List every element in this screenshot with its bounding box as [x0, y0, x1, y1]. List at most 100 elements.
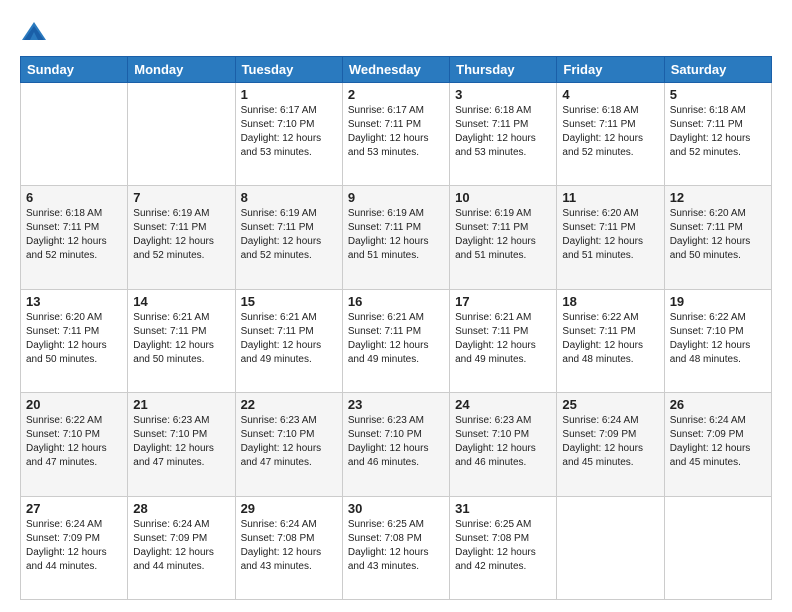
calendar-cell — [664, 496, 771, 599]
day-info: Sunrise: 6:18 AMSunset: 7:11 PMDaylight:… — [26, 208, 107, 261]
day-number: 31 — [455, 501, 551, 516]
calendar-week-row: 1 Sunrise: 6:17 AMSunset: 7:10 PMDayligh… — [21, 83, 772, 186]
day-number: 3 — [455, 87, 551, 102]
day-info: Sunrise: 6:23 AMSunset: 7:10 PMDaylight:… — [241, 415, 322, 468]
day-number: 8 — [241, 190, 337, 205]
calendar-cell: 19 Sunrise: 6:22 AMSunset: 7:10 PMDaylig… — [664, 289, 771, 392]
day-info: Sunrise: 6:25 AMSunset: 7:08 PMDaylight:… — [455, 519, 536, 572]
day-info: Sunrise: 6:20 AMSunset: 7:11 PMDaylight:… — [26, 312, 107, 365]
calendar-cell: 28 Sunrise: 6:24 AMSunset: 7:09 PMDaylig… — [128, 496, 235, 599]
day-info: Sunrise: 6:24 AMSunset: 7:09 PMDaylight:… — [26, 519, 107, 572]
day-info: Sunrise: 6:17 AMSunset: 7:10 PMDaylight:… — [241, 105, 322, 158]
day-number: 19 — [670, 294, 766, 309]
day-info: Sunrise: 6:19 AMSunset: 7:11 PMDaylight:… — [241, 208, 322, 261]
day-info: Sunrise: 6:23 AMSunset: 7:10 PMDaylight:… — [348, 415, 429, 468]
day-info: Sunrise: 6:19 AMSunset: 7:11 PMDaylight:… — [348, 208, 429, 261]
calendar-cell: 18 Sunrise: 6:22 AMSunset: 7:11 PMDaylig… — [557, 289, 664, 392]
calendar-cell: 3 Sunrise: 6:18 AMSunset: 7:11 PMDayligh… — [450, 83, 557, 186]
calendar-cell: 31 Sunrise: 6:25 AMSunset: 7:08 PMDaylig… — [450, 496, 557, 599]
calendar-cell: 24 Sunrise: 6:23 AMSunset: 7:10 PMDaylig… — [450, 393, 557, 496]
calendar-cell — [128, 83, 235, 186]
day-number: 16 — [348, 294, 444, 309]
day-number: 9 — [348, 190, 444, 205]
day-number: 10 — [455, 190, 551, 205]
day-of-week-header: Sunday — [21, 57, 128, 83]
day-number: 18 — [562, 294, 658, 309]
day-info: Sunrise: 6:20 AMSunset: 7:11 PMDaylight:… — [562, 208, 643, 261]
day-info: Sunrise: 6:24 AMSunset: 7:09 PMDaylight:… — [133, 519, 214, 572]
calendar-cell: 10 Sunrise: 6:19 AMSunset: 7:11 PMDaylig… — [450, 186, 557, 289]
day-number: 23 — [348, 397, 444, 412]
day-of-week-header: Friday — [557, 57, 664, 83]
day-info: Sunrise: 6:23 AMSunset: 7:10 PMDaylight:… — [133, 415, 214, 468]
calendar-cell: 11 Sunrise: 6:20 AMSunset: 7:11 PMDaylig… — [557, 186, 664, 289]
day-number: 11 — [562, 190, 658, 205]
day-number: 6 — [26, 190, 122, 205]
calendar-cell: 20 Sunrise: 6:22 AMSunset: 7:10 PMDaylig… — [21, 393, 128, 496]
calendar-cell: 21 Sunrise: 6:23 AMSunset: 7:10 PMDaylig… — [128, 393, 235, 496]
day-number: 7 — [133, 190, 229, 205]
day-number: 30 — [348, 501, 444, 516]
day-number: 17 — [455, 294, 551, 309]
calendar-cell: 7 Sunrise: 6:19 AMSunset: 7:11 PMDayligh… — [128, 186, 235, 289]
day-info: Sunrise: 6:24 AMSunset: 7:09 PMDaylight:… — [670, 415, 751, 468]
day-of-week-header: Tuesday — [235, 57, 342, 83]
day-info: Sunrise: 6:21 AMSunset: 7:11 PMDaylight:… — [133, 312, 214, 365]
day-number: 1 — [241, 87, 337, 102]
day-number: 4 — [562, 87, 658, 102]
day-number: 14 — [133, 294, 229, 309]
day-number: 21 — [133, 397, 229, 412]
logo — [20, 18, 52, 46]
day-number: 29 — [241, 501, 337, 516]
day-info: Sunrise: 6:19 AMSunset: 7:11 PMDaylight:… — [455, 208, 536, 261]
day-info: Sunrise: 6:20 AMSunset: 7:11 PMDaylight:… — [670, 208, 751, 261]
day-info: Sunrise: 6:23 AMSunset: 7:10 PMDaylight:… — [455, 415, 536, 468]
calendar-cell: 30 Sunrise: 6:25 AMSunset: 7:08 PMDaylig… — [342, 496, 449, 599]
day-number: 2 — [348, 87, 444, 102]
day-info: Sunrise: 6:18 AMSunset: 7:11 PMDaylight:… — [670, 105, 751, 158]
day-number: 12 — [670, 190, 766, 205]
calendar-cell: 1 Sunrise: 6:17 AMSunset: 7:10 PMDayligh… — [235, 83, 342, 186]
day-number: 13 — [26, 294, 122, 309]
calendar-cell: 23 Sunrise: 6:23 AMSunset: 7:10 PMDaylig… — [342, 393, 449, 496]
calendar-cell: 8 Sunrise: 6:19 AMSunset: 7:11 PMDayligh… — [235, 186, 342, 289]
calendar-cell: 25 Sunrise: 6:24 AMSunset: 7:09 PMDaylig… — [557, 393, 664, 496]
day-info: Sunrise: 6:21 AMSunset: 7:11 PMDaylight:… — [455, 312, 536, 365]
calendar-cell: 16 Sunrise: 6:21 AMSunset: 7:11 PMDaylig… — [342, 289, 449, 392]
calendar-cell: 9 Sunrise: 6:19 AMSunset: 7:11 PMDayligh… — [342, 186, 449, 289]
day-info: Sunrise: 6:18 AMSunset: 7:11 PMDaylight:… — [455, 105, 536, 158]
calendar-week-row: 20 Sunrise: 6:22 AMSunset: 7:10 PMDaylig… — [21, 393, 772, 496]
calendar-cell: 29 Sunrise: 6:24 AMSunset: 7:08 PMDaylig… — [235, 496, 342, 599]
day-number: 20 — [26, 397, 122, 412]
calendar-cell: 5 Sunrise: 6:18 AMSunset: 7:11 PMDayligh… — [664, 83, 771, 186]
day-info: Sunrise: 6:22 AMSunset: 7:10 PMDaylight:… — [26, 415, 107, 468]
day-number: 22 — [241, 397, 337, 412]
day-info: Sunrise: 6:21 AMSunset: 7:11 PMDaylight:… — [348, 312, 429, 365]
calendar-week-row: 6 Sunrise: 6:18 AMSunset: 7:11 PMDayligh… — [21, 186, 772, 289]
day-number: 28 — [133, 501, 229, 516]
logo-icon — [20, 18, 48, 46]
calendar-cell: 14 Sunrise: 6:21 AMSunset: 7:11 PMDaylig… — [128, 289, 235, 392]
day-number: 27 — [26, 501, 122, 516]
day-info: Sunrise: 6:19 AMSunset: 7:11 PMDaylight:… — [133, 208, 214, 261]
calendar-cell: 22 Sunrise: 6:23 AMSunset: 7:10 PMDaylig… — [235, 393, 342, 496]
calendar-cell: 13 Sunrise: 6:20 AMSunset: 7:11 PMDaylig… — [21, 289, 128, 392]
calendar-cell: 26 Sunrise: 6:24 AMSunset: 7:09 PMDaylig… — [664, 393, 771, 496]
day-info: Sunrise: 6:17 AMSunset: 7:11 PMDaylight:… — [348, 105, 429, 158]
calendar-cell — [21, 83, 128, 186]
day-of-week-header: Monday — [128, 57, 235, 83]
day-number: 15 — [241, 294, 337, 309]
calendar-cell: 2 Sunrise: 6:17 AMSunset: 7:11 PMDayligh… — [342, 83, 449, 186]
calendar-cell: 17 Sunrise: 6:21 AMSunset: 7:11 PMDaylig… — [450, 289, 557, 392]
day-info: Sunrise: 6:24 AMSunset: 7:09 PMDaylight:… — [562, 415, 643, 468]
day-info: Sunrise: 6:24 AMSunset: 7:08 PMDaylight:… — [241, 519, 322, 572]
day-info: Sunrise: 6:22 AMSunset: 7:10 PMDaylight:… — [670, 312, 751, 365]
day-of-week-header: Wednesday — [342, 57, 449, 83]
day-of-week-header: Thursday — [450, 57, 557, 83]
day-info: Sunrise: 6:18 AMSunset: 7:11 PMDaylight:… — [562, 105, 643, 158]
calendar-header-row: SundayMondayTuesdayWednesdayThursdayFrid… — [21, 57, 772, 83]
day-of-week-header: Saturday — [664, 57, 771, 83]
calendar-week-row: 27 Sunrise: 6:24 AMSunset: 7:09 PMDaylig… — [21, 496, 772, 599]
day-number: 5 — [670, 87, 766, 102]
day-number: 24 — [455, 397, 551, 412]
